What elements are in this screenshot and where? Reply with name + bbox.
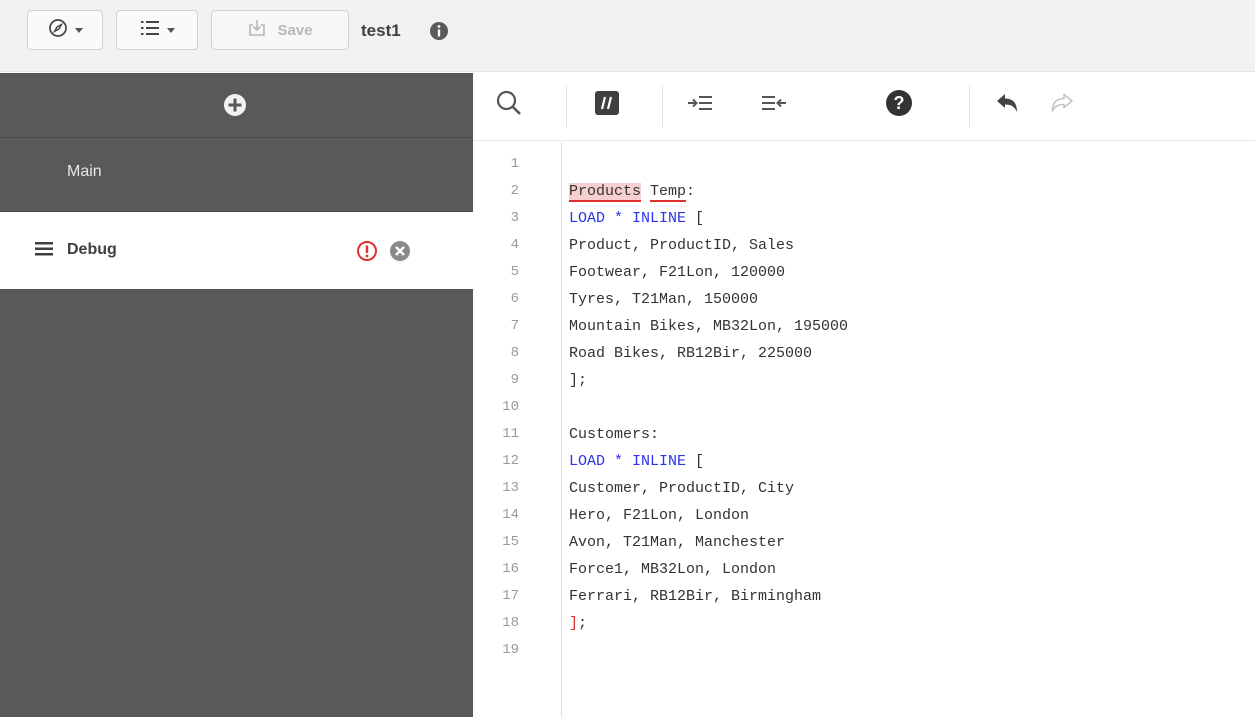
code-line: Hero, F21Lon, London (569, 507, 750, 524)
code-line: ]; (569, 372, 588, 389)
line-number: 6 (510, 291, 519, 307)
code-line: Customers: (569, 426, 660, 443)
error-icon (356, 240, 378, 267)
code-line: Mountain Bikes, MB32Lon, 195000 (569, 318, 849, 335)
line-number: 12 (502, 453, 519, 469)
close-icon[interactable] (389, 240, 411, 267)
indent-icon (687, 94, 713, 117)
search-icon (495, 89, 523, 122)
undo-icon (994, 92, 1020, 119)
keyword-token: LOAD * INLINE (569, 210, 687, 227)
code-line: ]; (569, 615, 587, 632)
section-sidebar: Main Debug (0, 73, 473, 717)
code-line: Product, ProductID, Sales (569, 237, 795, 254)
toolbar-divider (566, 85, 567, 127)
code-token: [ (686, 453, 705, 470)
line-number: 8 (510, 345, 519, 361)
line-number: 7 (510, 318, 519, 334)
toolbar-divider (662, 85, 663, 127)
line-number: 5 (510, 264, 519, 280)
line-number: 19 (502, 642, 519, 658)
save-label: Save (277, 21, 313, 39)
app-title: test1 (361, 21, 401, 40)
code-line: LOAD * INLINE [ (569, 453, 704, 470)
line-number-gutter: 1 2 3 4 5 6 7 8 9 10 11 12 13 14 15 16 1… (473, 142, 562, 717)
code-line: Ferrari, RB12Bir, Birmingham (569, 588, 822, 605)
code-line: Road Bikes, RB12Bir, 225000 (569, 345, 813, 362)
line-number: 11 (502, 426, 519, 442)
code-line: Customer, ProductID, City (569, 480, 795, 497)
code-line: Force1, MB32Lon, London (569, 561, 777, 578)
line-number: 14 (502, 507, 519, 523)
line-number: 4 (510, 237, 519, 253)
help-icon: ? (885, 89, 913, 122)
error-token: Products (569, 183, 642, 202)
line-number: 10 (502, 399, 519, 415)
keyword-token: LOAD * INLINE (569, 453, 687, 470)
save-button[interactable]: Save (211, 10, 349, 50)
comment-button[interactable] (589, 87, 625, 123)
chevron-down-icon (74, 27, 83, 33)
script-editor[interactable]: Products Temp: LOAD * INLINE [ Product, … (562, 142, 1255, 717)
outdent-icon (761, 94, 787, 117)
line-number: 3 (510, 210, 519, 226)
code-line: Footwear, F21Lon, 120000 (569, 264, 786, 281)
help-button[interactable]: ? (881, 87, 917, 123)
code-token: ; (578, 615, 588, 632)
add-section-button[interactable] (0, 73, 473, 138)
line-number: 16 (502, 561, 519, 577)
redo-button[interactable] (1044, 87, 1080, 123)
indent-button[interactable] (682, 87, 718, 123)
line-number: 15 (502, 534, 519, 550)
top-toolbar: Save test1 (0, 0, 1255, 72)
outdent-button[interactable] (756, 87, 792, 123)
line-number: 1 (510, 156, 519, 172)
code-line: Avon, T21Man, Manchester (569, 534, 786, 551)
line-number: 13 (502, 480, 519, 496)
line-number: 2 (510, 183, 519, 199)
error-token: ] (569, 615, 579, 632)
toolbar-divider (969, 85, 970, 127)
svg-text:?: ? (894, 93, 905, 113)
code-line: Tyres, T21Man, 150000 (569, 291, 759, 308)
sidebar-item-label: Debug (67, 241, 117, 258)
compass-icon (48, 18, 68, 43)
drag-handle-icon[interactable] (35, 242, 53, 261)
sidebar-item-main[interactable]: Main (0, 139, 473, 212)
sidebar-item-debug[interactable]: Debug (0, 212, 473, 289)
chevron-down-icon (166, 27, 175, 33)
line-number: 9 (510, 372, 519, 388)
sidebar-item-label: Main (67, 163, 102, 180)
plus-circle-icon (223, 93, 247, 122)
undo-button[interactable] (989, 87, 1025, 123)
error-token: Temp (650, 183, 687, 202)
line-number: 17 (502, 588, 519, 604)
search-button[interactable] (491, 87, 527, 123)
comment-icon (595, 90, 619, 120)
redo-icon (1050, 93, 1074, 118)
download-icon (247, 18, 267, 43)
editor-toolbar: ? (473, 73, 1255, 141)
list-icon (140, 19, 160, 42)
list-menu-button[interactable] (116, 10, 198, 50)
code-token: [ (686, 210, 705, 227)
line-number: 18 (502, 615, 519, 631)
navigation-menu-button[interactable] (27, 10, 103, 50)
code-line: Products Temp: (569, 183, 696, 202)
code-line: LOAD * INLINE [ (569, 210, 704, 227)
info-icon[interactable] (429, 21, 449, 46)
code-token: : (686, 183, 696, 200)
